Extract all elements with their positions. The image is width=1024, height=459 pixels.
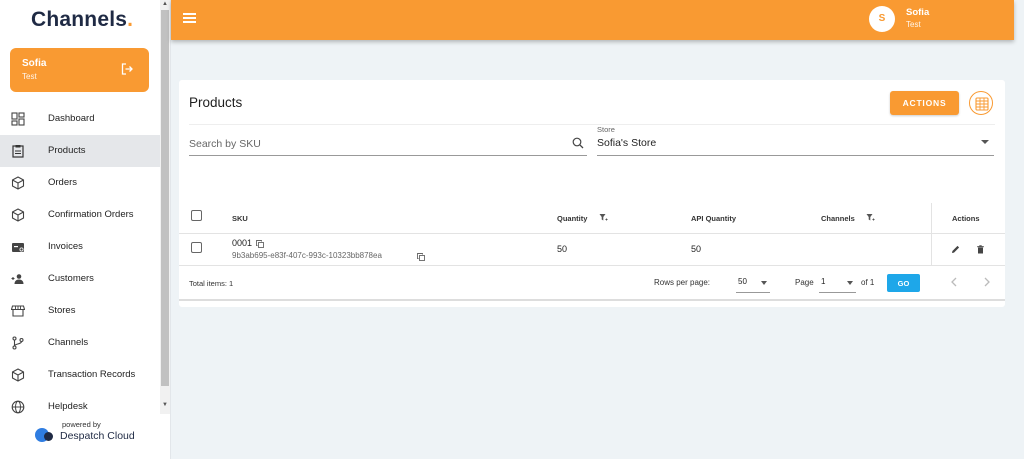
chevron-down-icon: [847, 281, 853, 285]
filter-icon[interactable]: [866, 213, 875, 222]
invoice-icon: [12, 243, 24, 252]
copy-icon[interactable]: [417, 253, 425, 261]
edit-icon[interactable]: [951, 245, 960, 254]
top-header: S Sofia Test: [171, 0, 1014, 40]
total-items: Total items: 1: [189, 279, 234, 288]
actions-button[interactable]: ACTIONS: [890, 91, 959, 115]
scroll-up-arrow-icon[interactable]: ▲: [162, 1, 168, 7]
sidebar-item-invoices[interactable]: Invoices: [0, 231, 160, 263]
sidebar-item-label: Transaction Records: [48, 369, 136, 380]
sidebar-item-label: Orders: [48, 177, 78, 188]
delete-icon[interactable]: [976, 245, 985, 254]
search-input[interactable]: [189, 138, 559, 150]
avatar[interactable]: S: [869, 6, 895, 32]
products-card: Products ACTIONS Store Sofia's Store SKU…: [179, 80, 1005, 307]
store-icon: [11, 305, 25, 317]
sidebar-nav: Dashboard Products Orders Confirmation O…: [0, 103, 160, 423]
brand-name: Channels: [31, 8, 128, 31]
sidebar-item-label: Invoices: [48, 241, 83, 252]
sidebar-item-confirmation-orders[interactable]: Confirmation Orders: [0, 199, 160, 231]
globe-icon: [11, 400, 25, 414]
user-card-name: Sofia: [22, 58, 47, 69]
table-header: SKU Quantity API Quantity Channels Actio…: [179, 203, 1005, 234]
sidebar-item-label: Channels: [48, 337, 89, 348]
columns-icon: [975, 97, 989, 111]
filter-icon[interactable]: [599, 213, 608, 222]
select-all-checkbox[interactable]: [191, 210, 202, 221]
sidebar-item-helpdesk[interactable]: Helpdesk: [0, 391, 160, 423]
store-select-value: Sofia's Store: [597, 137, 657, 149]
row-quantity: 50: [557, 244, 568, 254]
sidebar-item-channels[interactable]: Channels: [0, 327, 160, 359]
column-header-api-quantity[interactable]: API Quantity: [691, 214, 736, 223]
sidebar-item-orders[interactable]: Orders: [0, 167, 160, 199]
sidebar-item-label: Helpdesk: [48, 401, 88, 412]
row-sku-id: 9b3ab695-e83f-407c-993c-10323bb878ea: [232, 251, 382, 260]
header-user-sub: Test: [906, 20, 921, 29]
header-user-name[interactable]: Sofia: [906, 7, 929, 18]
powered-by-label: powered by: [62, 420, 101, 429]
table-row[interactable]: 0001 9b3ab695-e83f-407c-993c-10323bb878e…: [179, 234, 1005, 266]
store-select-label: Store: [597, 125, 615, 134]
page-of-label: of 1: [861, 278, 875, 287]
add-user-icon: [11, 274, 24, 284]
go-button[interactable]: GO: [887, 274, 920, 292]
scroll-down-arrow-icon[interactable]: ▼: [162, 402, 168, 408]
store-select[interactable]: Store Sofia's Store: [597, 125, 994, 156]
row-sku: 0001: [232, 238, 253, 248]
despatch-cloud-name: Despatch Cloud: [60, 430, 135, 442]
sidebar-item-customers[interactable]: Customers: [0, 263, 160, 295]
logout-icon[interactable]: [121, 63, 133, 75]
chevron-left-icon[interactable]: [950, 277, 958, 287]
search-field[interactable]: [189, 132, 587, 156]
rows-per-page-label: Rows per page:: [654, 278, 711, 287]
page-title: Products: [189, 95, 243, 110]
column-header-channels[interactable]: Channels: [821, 214, 855, 223]
sidebar-item-products[interactable]: Products: [0, 135, 160, 167]
page-value: 1: [821, 277, 826, 286]
clipboard-icon: [12, 145, 24, 158]
sidebar-item-label: Dashboard: [48, 113, 95, 124]
column-header-sku[interactable]: SKU: [232, 214, 248, 223]
sidebar-scrollbar[interactable]: ▲ ▼: [160, 0, 170, 414]
rows-per-page-select[interactable]: 50: [736, 273, 770, 293]
user-card[interactable]: Sofia Test: [10, 48, 149, 92]
sidebar: Channels. Sofia Test Dashboard Products …: [0, 0, 171, 459]
sidebar-item-label: Customers: [48, 273, 94, 284]
box-icon: [11, 176, 25, 190]
copy-icon[interactable]: [256, 240, 264, 248]
scroll-thumb[interactable]: [161, 10, 169, 386]
user-card-sub: Test: [22, 72, 37, 81]
box-icon: [11, 368, 25, 382]
sidebar-item-label: Products: [48, 145, 86, 156]
table-footer: Total items: 1 Rows per page: 50 Page 1 …: [179, 266, 1005, 300]
brand-dot: .: [127, 8, 134, 31]
box-icon: [11, 208, 25, 222]
despatch-cloud-logo-icon: [35, 428, 53, 442]
page-label: Page: [795, 278, 814, 287]
chevron-down-icon: [761, 281, 767, 285]
sidebar-item-transaction-records[interactable]: Transaction Records: [0, 359, 160, 391]
row-api-quantity: 50: [691, 244, 702, 254]
columns-button[interactable]: [969, 91, 993, 115]
rows-per-page-value: 50: [738, 277, 747, 286]
row-checkbox[interactable]: [191, 242, 202, 253]
sidebar-item-stores[interactable]: Stores: [0, 295, 160, 327]
chevron-down-icon: [981, 140, 989, 144]
search-icon[interactable]: [572, 137, 584, 149]
hamburger-menu-icon[interactable]: [183, 13, 196, 23]
dashboard-icon: [11, 112, 25, 126]
sidebar-item-label: Stores: [48, 305, 76, 316]
fork-icon: [12, 336, 24, 350]
brand-logo[interactable]: Channels.: [31, 8, 133, 32]
chevron-right-icon[interactable]: [983, 277, 991, 287]
sidebar-item-label: Confirmation Orders: [48, 209, 134, 220]
page-select[interactable]: 1: [819, 273, 856, 293]
sidebar-item-dashboard[interactable]: Dashboard: [0, 103, 160, 135]
column-header-quantity[interactable]: Quantity: [557, 214, 587, 223]
column-header-actions: Actions: [952, 214, 980, 223]
